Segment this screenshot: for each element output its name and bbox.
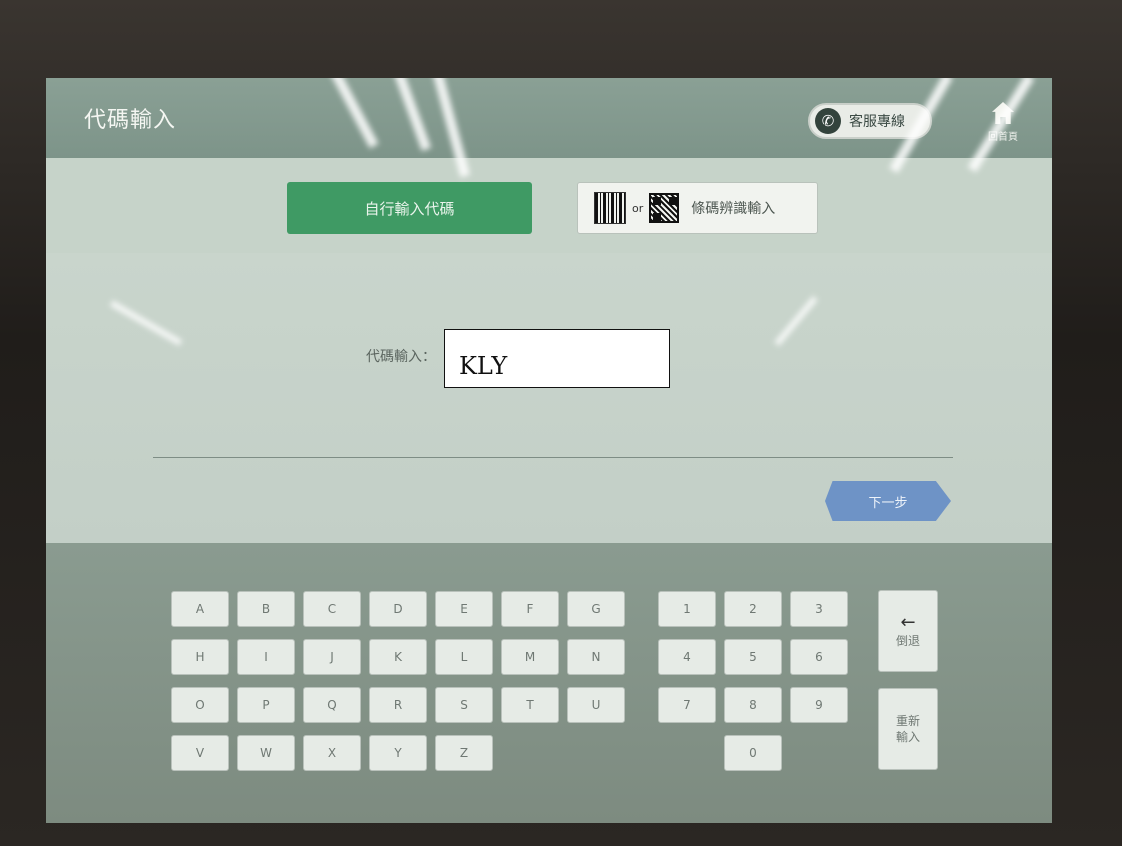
key-v[interactable]: V: [171, 735, 229, 771]
phone-icon: ✆: [815, 108, 841, 134]
key-k[interactable]: K: [369, 639, 427, 675]
barcode-icon: [594, 192, 626, 224]
customer-service-button[interactable]: ✆ 客服專線: [808, 103, 932, 139]
key-x[interactable]: X: [303, 735, 361, 771]
customer-service-label: 客服專線: [849, 114, 905, 130]
code-input-label: 代碼輸入：: [366, 349, 436, 365]
key-a[interactable]: A: [171, 591, 229, 627]
next-step-button[interactable]: 下一步: [825, 481, 951, 521]
key-i[interactable]: I: [237, 639, 295, 675]
key-d[interactable]: D: [369, 591, 427, 627]
key-u[interactable]: U: [567, 687, 625, 723]
backspace-arrow-icon: ←: [900, 611, 916, 633]
key-w[interactable]: W: [237, 735, 295, 771]
key-6[interactable]: 6: [790, 639, 848, 675]
key-1[interactable]: 1: [658, 591, 716, 627]
clear-label: 重新輸入: [895, 714, 920, 744]
tab-barcode-input[interactable]: or 條碼辨識輸入: [577, 182, 818, 234]
backspace-key[interactable]: ← 倒退: [878, 590, 938, 672]
tab-manual-label: 自行輸入代碼: [364, 199, 455, 218]
qr-code-icon: [649, 193, 680, 223]
input-mode-band: [46, 158, 1052, 253]
or-label: or: [632, 201, 644, 215]
page-title: 代碼輸入: [84, 108, 177, 133]
kiosk-screen: 代碼輸入 ✆ 客服專線 回首頁 自行輸入代碼 or 條碼辨識輸入 代碼輸入： K…: [46, 78, 1052, 823]
tab-manual-input[interactable]: 自行輸入代碼: [287, 182, 532, 234]
key-8[interactable]: 8: [724, 687, 782, 723]
key-l[interactable]: L: [435, 639, 493, 675]
code-input[interactable]: KLY: [444, 329, 670, 388]
key-r[interactable]: R: [369, 687, 427, 723]
home-label: 回首頁: [988, 132, 1018, 143]
key-f[interactable]: F: [501, 591, 559, 627]
key-g[interactable]: G: [567, 591, 625, 627]
divider: [153, 457, 953, 458]
key-m[interactable]: M: [501, 639, 559, 675]
key-y[interactable]: Y: [369, 735, 427, 771]
key-2[interactable]: 2: [724, 591, 782, 627]
header-bar: 代碼輸入 ✆ 客服專線 回首頁: [46, 78, 1052, 158]
home-icon: [992, 102, 1014, 124]
backspace-label: 倒退: [895, 633, 920, 648]
key-0[interactable]: 0: [724, 735, 782, 771]
key-e[interactable]: E: [435, 591, 493, 627]
key-j[interactable]: J: [303, 639, 361, 675]
home-button[interactable]: 回首頁: [978, 102, 1028, 154]
key-t[interactable]: T: [501, 687, 559, 723]
key-3[interactable]: 3: [790, 591, 848, 627]
key-q[interactable]: Q: [303, 687, 361, 723]
key-c[interactable]: C: [303, 591, 361, 627]
key-p[interactable]: P: [237, 687, 295, 723]
clear-key[interactable]: 重新輸入: [878, 688, 938, 770]
key-7[interactable]: 7: [658, 687, 716, 723]
tab-barcode-label: 條碼辨識輸入: [691, 201, 776, 217]
key-s[interactable]: S: [435, 687, 493, 723]
key-h[interactable]: H: [171, 639, 229, 675]
key-4[interactable]: 4: [658, 639, 716, 675]
keyboard-area: [46, 543, 1052, 823]
key-b[interactable]: B: [237, 591, 295, 627]
key-n[interactable]: N: [567, 639, 625, 675]
key-o[interactable]: O: [171, 687, 229, 723]
next-step-label: 下一步: [868, 495, 908, 511]
key-5[interactable]: 5: [724, 639, 782, 675]
key-9[interactable]: 9: [790, 687, 848, 723]
key-z[interactable]: Z: [435, 735, 493, 771]
